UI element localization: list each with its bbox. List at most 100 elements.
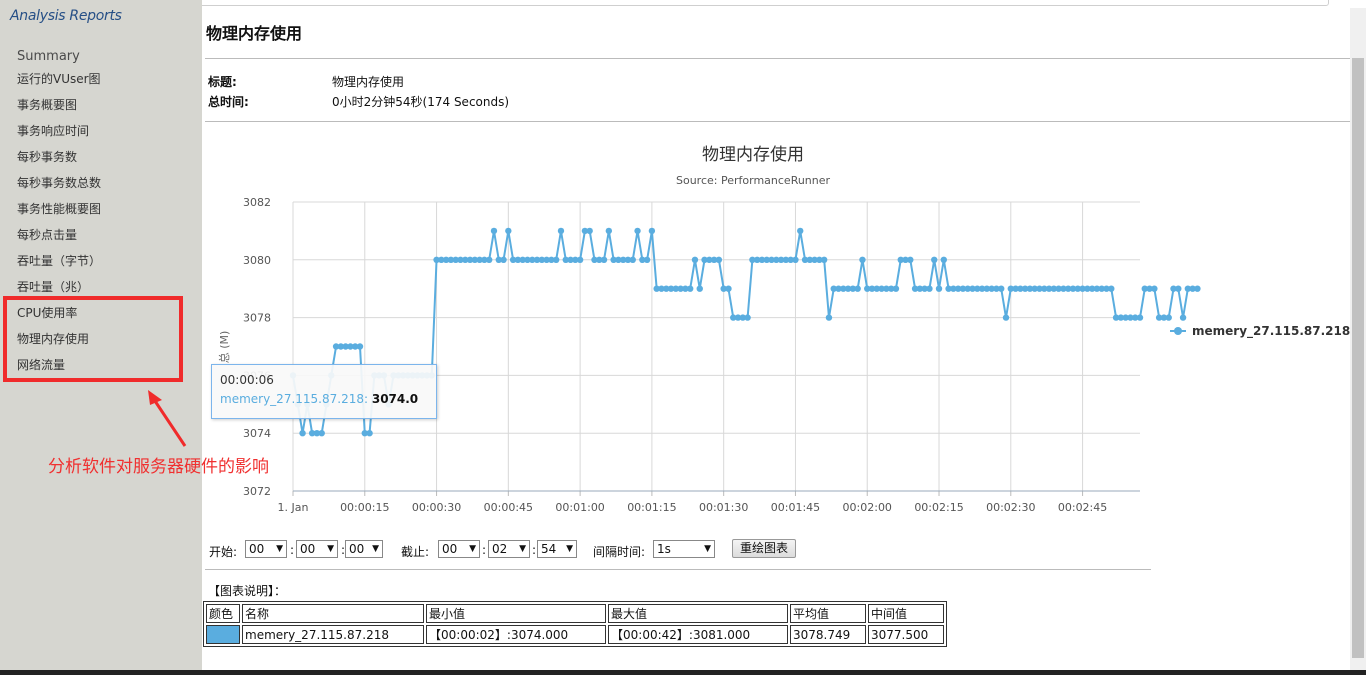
data-point [1179,314,1187,321]
data-point [1151,285,1158,292]
row-avg: 3078.749 [790,625,866,644]
start-minute-select[interactable]: 00 ▼ [296,540,338,558]
data-point [600,256,608,263]
sep: : [290,543,295,557]
row-min: 【00:00:02】:3074.000 [426,625,606,644]
annotation-highlight-box [3,296,183,382]
sidebar-item-transaction-summary[interactable]: 事务概要图 [17,96,77,113]
x-tick-label: 1. Jan [278,501,309,514]
end-second-select[interactable]: 54 ▼ [537,540,577,558]
sidebar-item-throughput-mb[interactable]: 吞吐量（兆） [17,278,89,295]
data-point [744,314,751,321]
vertical-scrollbar[interactable] [1350,8,1366,670]
data-point [586,227,593,235]
data-point [1002,314,1010,321]
x-tick-label: 00:00:30 [412,501,461,514]
y-tick-label: 3074 [243,427,271,440]
dropdown-caret-icon: ▼ [704,544,711,554]
interval-label: 间隔时间: [593,545,646,559]
header-name: 名称 [242,604,424,623]
sidebar-item-summary[interactable]: Summary [17,49,80,64]
end-minute-select[interactable]: 02 ▼ [488,540,530,558]
data-point [366,430,373,437]
sidebar-item-vuser[interactable]: 运行的VUser图 [17,70,101,87]
legend-series-label: memery_27.115.87.218 [1192,324,1351,338]
data-point [299,430,306,437]
data-point [643,256,651,263]
redraw-chart-button[interactable]: 重绘图表 [732,539,797,558]
data-point [505,227,512,235]
data-point [557,227,565,235]
table-row: memery_27.115.87.218 【00:00:02】:3074.000… [206,625,944,644]
data-point [926,285,933,292]
data-point [725,285,732,292]
start-hour-value: 00 [249,542,265,556]
dropdown-caret-icon: ▼ [469,544,476,554]
x-tick-label: 00:01:15 [627,501,676,514]
sidebar-item-transaction-performance[interactable]: 事务性能概要图 [17,200,101,217]
x-tick-label: 00:01:00 [555,501,604,514]
start-second-value: 00 [349,542,365,556]
data-point [998,285,1005,292]
data-point [820,256,828,263]
data-point [931,256,938,263]
x-tick-label: 00:02:30 [986,501,1035,514]
data-point [318,430,325,437]
x-tick-label: 00:00:45 [484,501,533,514]
chart-legend[interactable]: memery_27.115.87.218 [1170,324,1350,338]
series-color-swatch [206,625,240,644]
dropdown-caret-icon: ▼ [519,544,526,554]
end-label: 截止: [401,545,430,559]
data-point [892,285,900,292]
data-point [859,256,866,263]
data-point [940,256,948,263]
header-color: 颜色 [206,604,240,623]
data-point [629,256,636,263]
x-tick-label: 00:02:15 [914,501,963,514]
sidebar-item-throughput-bytes[interactable]: 吞吐量（字节） [17,252,101,269]
row-max: 【00:00:42】:3081.000 [608,625,788,644]
x-tick-label: 00:02:00 [843,501,892,514]
sidebar-item-response-time[interactable]: 事务响应时间 [17,122,89,139]
sep: : [482,543,487,557]
data-point [797,227,804,235]
data-point [634,227,641,235]
sep: : [532,543,537,557]
y-tick-label: 3072 [243,485,271,498]
tooltip-value: 3074.0 [371,392,419,406]
start-minute-value: 00 [300,542,316,556]
main-content: 物理内存使用 标题: 物理内存使用 总时间: 0小时2分钟54秒(174 Sec… [202,0,1350,670]
x-tick-label: 00:01:45 [771,501,820,514]
tooltip-series: memery_27.115.87.218: [220,392,369,406]
data-point [715,256,723,263]
end-hour-select[interactable]: 00 ▼ [438,540,480,558]
data-point [935,285,943,292]
data-point [485,256,493,263]
interval-value: 1s [657,542,671,556]
stats-table: 颜色 名称 最小值 最大值 平均值 中间值 memery_27.115.87.2… [203,601,947,647]
end-second-value: 54 [541,542,557,556]
legend-table-title: 【图表说明】： [208,584,287,598]
dropdown-caret-icon: ▼ [566,544,573,554]
taskbar-strip [0,670,1366,675]
end-hour-value: 00 [442,542,458,556]
data-point [1165,314,1172,321]
interval-select[interactable]: 1s ▼ [653,540,715,558]
sidebar-item-tps[interactable]: 每秒事务数 [17,148,77,165]
data-point [1175,285,1182,292]
table-header-row: 颜色 名称 最小值 最大值 平均值 中间值 [206,604,944,623]
header-median: 中间值 [868,604,944,623]
data-point [1136,314,1144,321]
y-tick-label: 3082 [243,196,271,209]
brand-title: Analysis Reports [10,8,122,24]
data-point [490,227,498,235]
sidebar-item-tps-total[interactable]: 每秒事务数总数 [17,174,101,191]
start-hour-select[interactable]: 00 ▼ [245,540,287,558]
scrollbar-thumb[interactable] [1352,58,1364,658]
x-tick-label: 00:02:45 [1058,501,1107,514]
start-second-select[interactable]: 00 ▼ [345,540,383,558]
sidebar-item-hits[interactable]: 每秒点击量 [17,226,77,243]
legend-marker-icon [1170,327,1186,335]
start-label: 开始: [209,545,238,559]
header-avg: 平均值 [790,604,866,623]
